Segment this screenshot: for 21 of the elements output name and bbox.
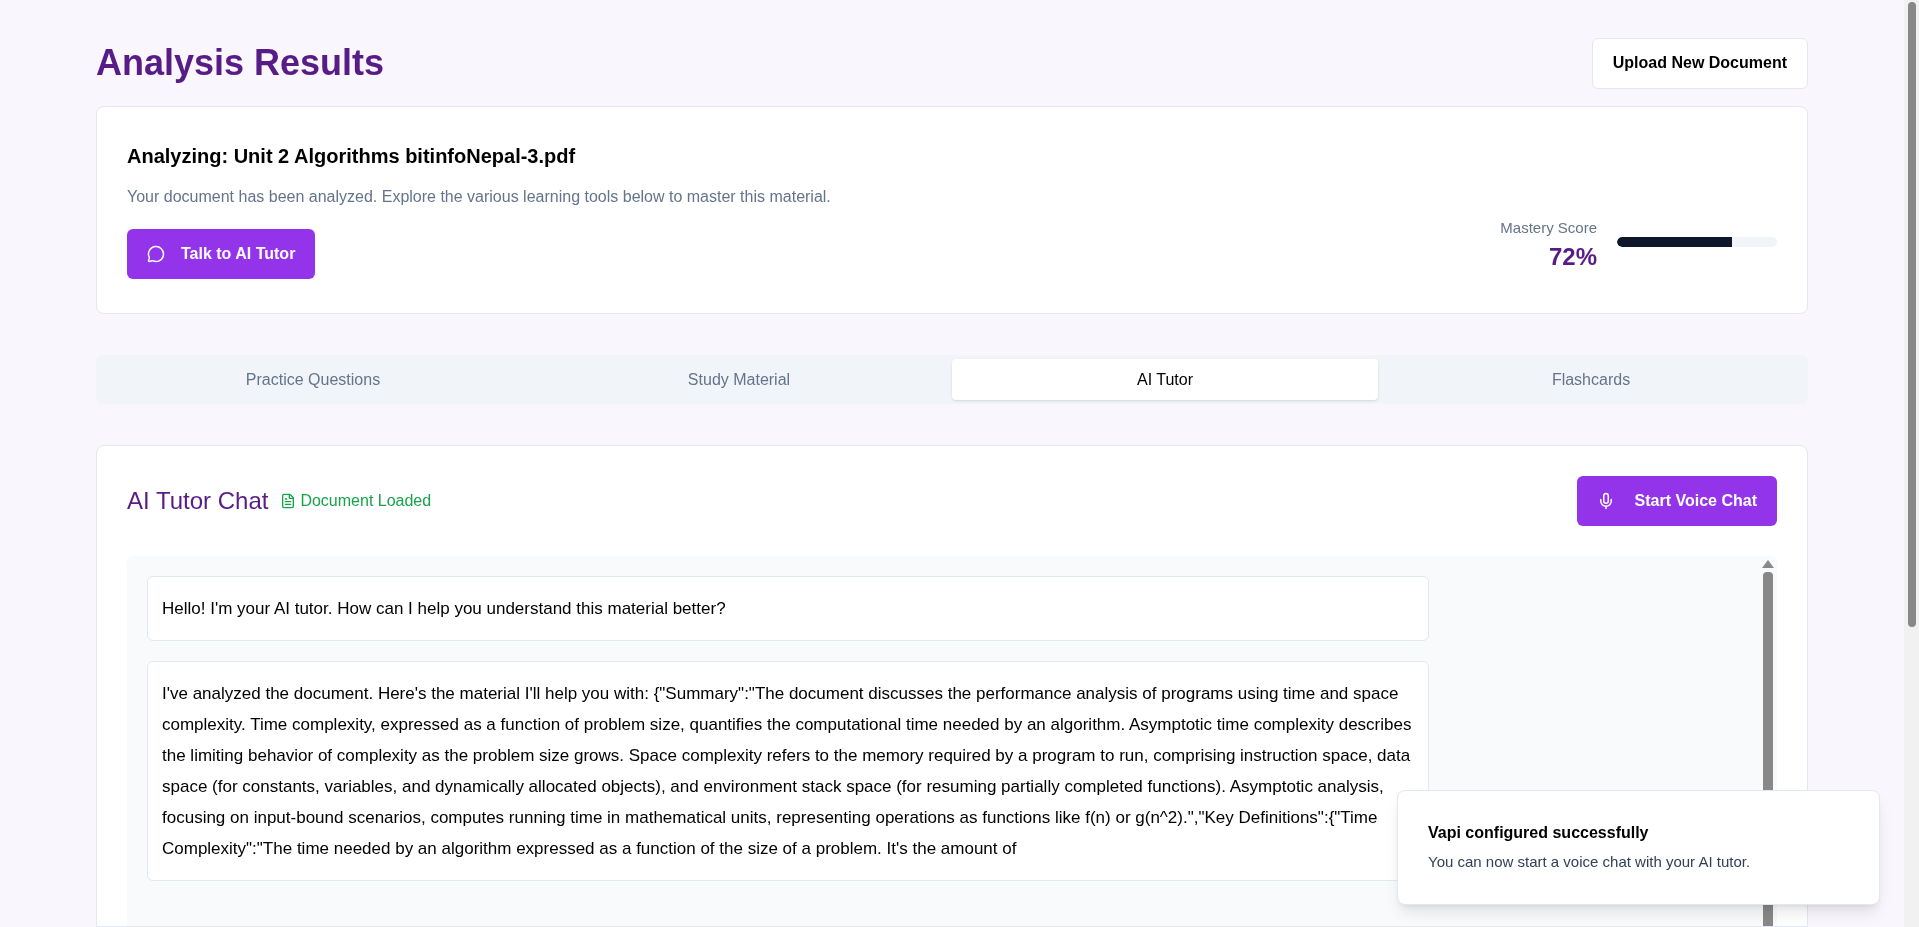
toast-title: Vapi configured successfully bbox=[1428, 823, 1650, 843]
document-icon bbox=[280, 493, 297, 509]
tab[interactable]: Study Material bbox=[526, 359, 952, 400]
document-status: Document Loaded bbox=[300, 491, 432, 511]
chat-message: I've analyzed the document. Here's the material I'll help you with: {"Summary":"The document discusses the performance analysis of programs using time and space complexity. Time complexity, expressed as a function of problem size, quantifies the computational time needed by an algorithm. Asymptotic time complexity describes the limiting behavior of complexity as the problem size grows. Space complexity refers to the memory required by a program to run, comprising instruction space, data space (for constants, variables, and dynamically allocated objects), and environment stack space (for resuming partially completed functions). Asymptotic analysis, focusing on input-bound scenarios, computes running time in mathematical units, representing operations as functions like f(n) or g(n^2).","Key Definitions":{"Time Complexity":"The time needed by an algorithm expressed as a function of the size of a problem. It's the amount of bbox=[147, 661, 1429, 881]
toast-message: You can now start a voice chat with your AI tutor. bbox=[1428, 852, 1752, 872]
mastery-label: Mastery Score bbox=[1500, 217, 1597, 238]
upload-button[interactable]: Upload New Document bbox=[1591, 37, 1808, 89]
chat-bubble-icon bbox=[147, 245, 165, 263]
mastery-value: 72% bbox=[1548, 242, 1597, 272]
tab[interactable]: Flashcards bbox=[1378, 359, 1804, 400]
description: Your document has been analyzed. Explore the various learning tools below to master this material. bbox=[127, 187, 831, 207]
chat-title: AI Tutor Chat bbox=[127, 486, 269, 516]
page-scrollbar[interactable] bbox=[1904, 0, 1919, 927]
page-title: Analysis Results bbox=[96, 41, 385, 85]
talk-button[interactable]: Talk to AI Tutor bbox=[127, 229, 316, 279]
tab[interactable]: AI Tutor bbox=[952, 359, 1378, 400]
tab[interactable]: Practice Questions bbox=[100, 359, 526, 400]
document-title: Analyzing: Unit 2 Algorithms bitinfoNepal-3.pdf bbox=[127, 144, 577, 169]
chat-message: Hello! I'm your AI tutor. How can I help you understand this material better? bbox=[147, 576, 1429, 641]
voice-chat-button[interactable]: Start Voice Chat bbox=[1576, 476, 1777, 526]
